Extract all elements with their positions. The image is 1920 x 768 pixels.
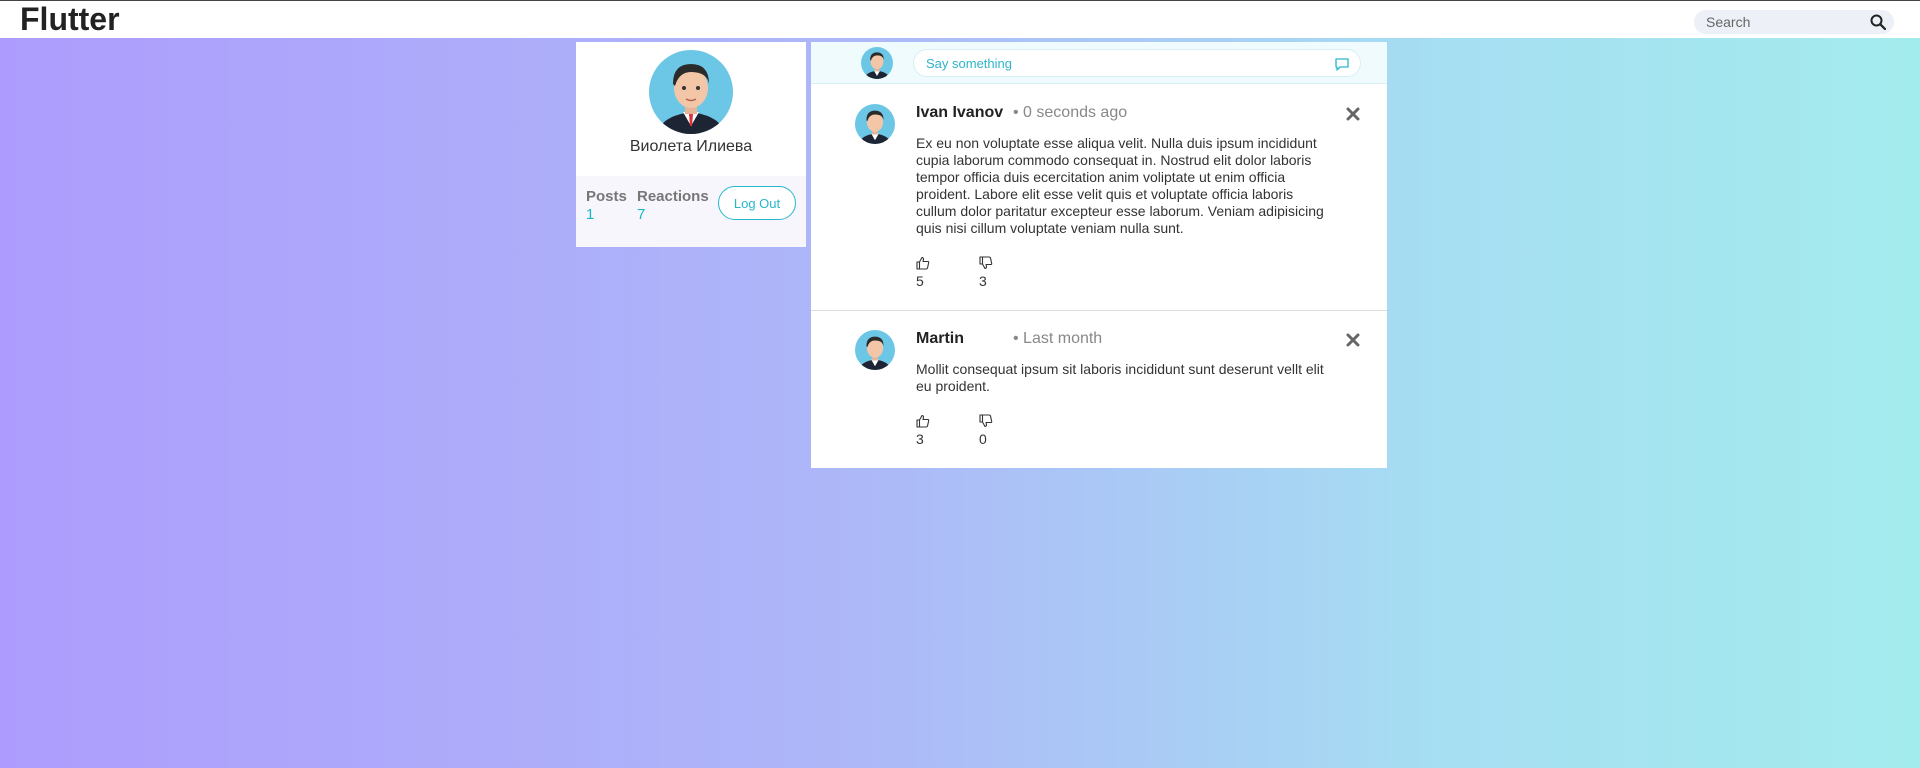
dislike-button[interactable]: 0 — [979, 414, 1009, 450]
post-author[interactable]: Ivan Ivanov — [916, 104, 1003, 122]
composer-input[interactable] — [914, 50, 1314, 76]
avatar — [649, 50, 733, 134]
logout-button[interactable]: Log Out — [718, 186, 796, 220]
like-button[interactable]: 5 — [916, 256, 946, 292]
close-icon[interactable] — [1346, 333, 1360, 347]
top-bar: Flutter — [0, 0, 1920, 38]
dislike-count: 3 — [979, 273, 987, 289]
post-time: • 0 seconds ago — [1013, 104, 1128, 121]
feed: Ivan Ivanov • 0 seconds ago Ex eu non vo… — [811, 42, 1387, 468]
profile-card: Виолета Илиева Posts 1 Reactions 7 Log O… — [576, 42, 806, 247]
dislike-count: 0 — [979, 431, 987, 447]
profile-stats: Posts 1 Reactions 7 Log Out — [576, 176, 806, 247]
thumbs-down-icon — [979, 256, 993, 270]
like-count: 3 — [916, 431, 924, 447]
post-composer — [811, 42, 1387, 84]
post-item: Ivan Ivanov • 0 seconds ago Ex eu non vo… — [811, 84, 1387, 310]
search-icon[interactable] — [1870, 14, 1886, 30]
avatar — [855, 104, 895, 144]
thumbs-up-icon — [916, 414, 930, 428]
posts-label: Posts — [586, 188, 627, 205]
posts-stat: Posts 1 — [586, 188, 627, 223]
profile-name: Виолета Илиева — [629, 138, 753, 155]
post-item: Martin • Last month Mollit consequat ips… — [811, 310, 1387, 468]
composer-field[interactable] — [913, 49, 1361, 77]
like-button[interactable]: 3 — [916, 414, 946, 450]
post-body: Ex eu non voluptate esse aliqua velit. N… — [916, 135, 1324, 236]
reactions-stat: Reactions 7 — [637, 188, 709, 223]
thumbs-up-icon — [916, 256, 930, 270]
dislike-button[interactable]: 3 — [979, 256, 1009, 292]
comment-icon[interactable] — [1334, 56, 1350, 72]
thumbs-down-icon — [979, 414, 993, 428]
reactions-count: 7 — [637, 206, 646, 223]
app-title: Flutter — [20, 1, 120, 37]
search-input[interactable] — [1694, 10, 1864, 34]
post-author[interactable]: Martin — [916, 330, 964, 348]
posts-count: 1 — [586, 206, 595, 223]
avatar — [861, 47, 893, 79]
search-box[interactable] — [1694, 10, 1894, 34]
avatar — [855, 330, 895, 370]
like-count: 5 — [916, 273, 924, 289]
close-icon[interactable] — [1346, 107, 1360, 121]
post-body: Mollit consequat ipsum sit laboris incid… — [916, 361, 1324, 394]
reactions-label: Reactions — [637, 188, 709, 205]
post-time: • Last month — [1013, 330, 1103, 347]
